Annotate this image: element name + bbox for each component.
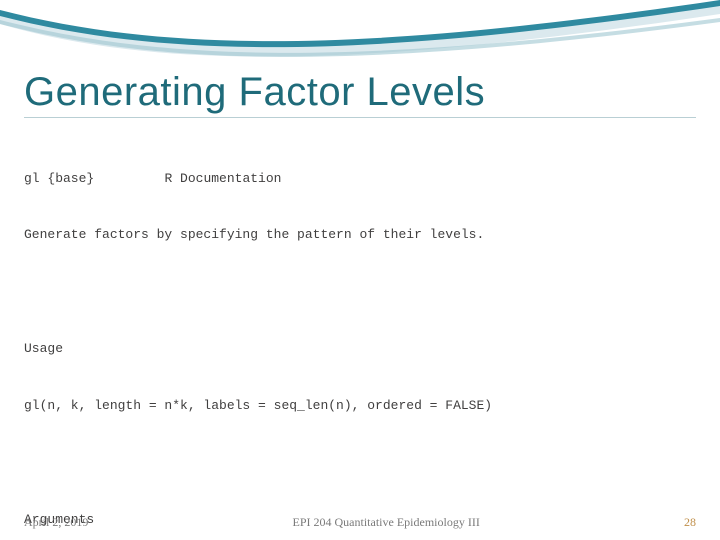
footer-course: EPI 204 Quantitative Epidemiology III: [88, 515, 684, 530]
footer: April 2, 2019 EPI 204 Quantitative Epide…: [0, 515, 720, 530]
doc-desc: Generate factors by specifying the patte…: [24, 226, 696, 245]
doc-label: R Documentation: [164, 171, 281, 186]
pkg-name: gl {base}: [24, 171, 94, 186]
doc-header: gl {base} R Documentation Generate facto…: [24, 132, 696, 283]
usage-block: Usage gl(n, k, length = n*k, labels = se…: [24, 303, 696, 454]
usage-label: Usage: [24, 340, 696, 359]
slide-title: Generating Factor Levels: [24, 70, 696, 118]
arguments-block: Arguments nan integer giving the number …: [24, 474, 696, 540]
usage-code: gl(n, k, length = n*k, labels = seq_len(…: [24, 397, 696, 416]
footer-date: April 2, 2019: [24, 515, 88, 530]
footer-page: 28: [684, 515, 696, 530]
slide-content: Generating Factor Levels gl {base} R Doc…: [0, 0, 720, 540]
